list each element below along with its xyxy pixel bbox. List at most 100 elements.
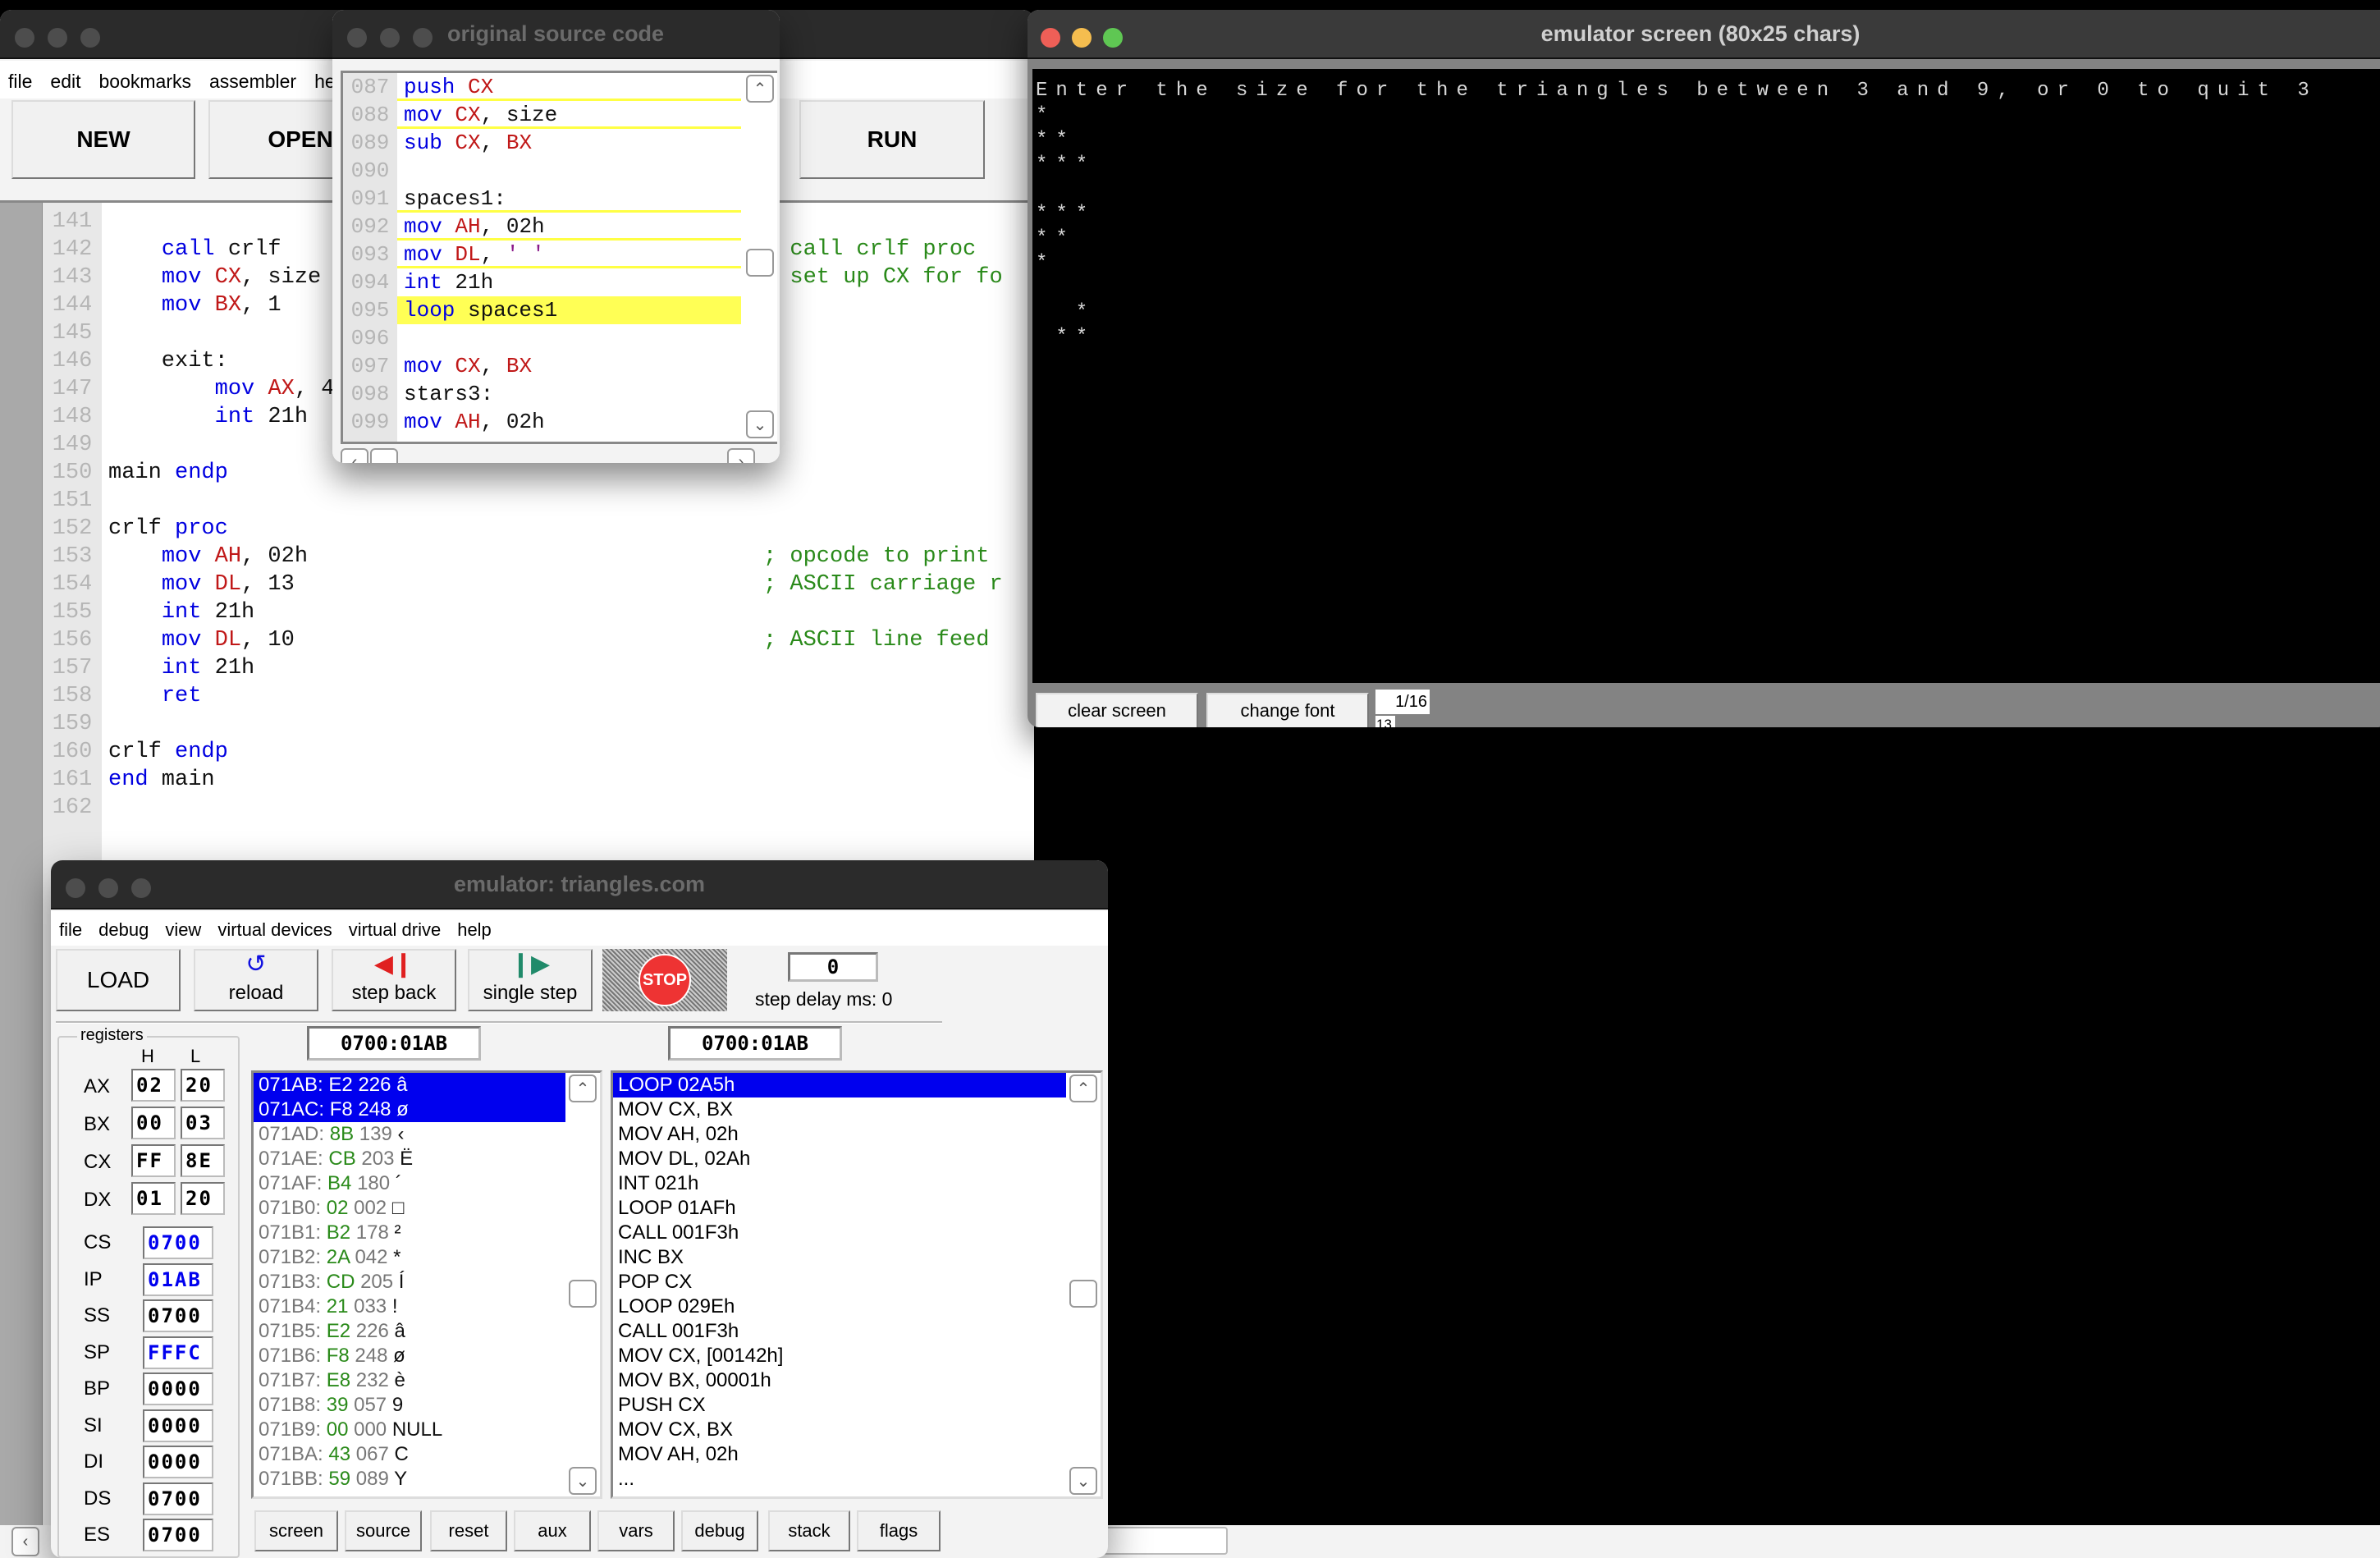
code-line[interactable]: 155 int 21h	[43, 598, 1034, 626]
new-button[interactable]: NEW	[11, 100, 195, 179]
reset-button[interactable]: reset	[430, 1510, 507, 1551]
scroll-down-icon[interactable]: ⌄	[569, 1467, 597, 1495]
memory-row[interactable]: 071B8: 39 057 9	[254, 1393, 567, 1418]
disassembly-row[interactable]: LOOP 029Eh	[613, 1295, 1068, 1319]
source-line[interactable]: 091 spaces1:	[343, 185, 741, 213]
step-delay-input[interactable]: 0	[788, 952, 878, 982]
bookmark-bar[interactable]	[0, 203, 43, 1558]
disassembly-row[interactable]: ...	[613, 1467, 1068, 1492]
scroll-right-icon[interactable]: ›	[727, 448, 755, 463]
menu-bookmarks[interactable]: bookmarks	[99, 71, 191, 92]
scroll-left-icon[interactable]: ‹	[11, 1527, 39, 1556]
code-line[interactable]: 158 ret	[43, 682, 1034, 710]
register-cx-low[interactable]: 8E	[181, 1144, 225, 1177]
memory-row[interactable]: 071AB: E2 226 â	[254, 1073, 567, 1097]
clear-screen-button[interactable]: clear screen	[1036, 693, 1198, 727]
vertical-scrollbar[interactable]: ⌃ ⌄	[1066, 1073, 1099, 1496]
memory-address-input[interactable]: 0700:01AB	[307, 1026, 481, 1061]
disassembly-row[interactable]: LOOP 01AFh	[613, 1196, 1068, 1221]
menu-file[interactable]: file	[8, 71, 32, 92]
memory-row[interactable]: 071B5: E2 226 â	[254, 1319, 567, 1344]
step-back-button[interactable]: ◀❙ step back	[332, 949, 456, 1011]
disassembly-row[interactable]: MOV CX, BX	[613, 1097, 1068, 1122]
source-button[interactable]: source	[345, 1510, 422, 1551]
run-button[interactable]: RUN	[799, 100, 985, 179]
scroll-up-icon[interactable]: ⌃	[569, 1075, 597, 1102]
register-sp[interactable]: FFFC	[143, 1336, 213, 1369]
stop-button[interactable]: STOP	[602, 949, 727, 1011]
scroll-down-icon[interactable]: ⌄	[1069, 1467, 1097, 1495]
register-bx-low[interactable]: 03	[181, 1107, 225, 1139]
disassembly-row[interactable]: CALL 001F3h	[613, 1319, 1068, 1344]
register-di[interactable]: 0000	[143, 1446, 213, 1478]
aux-button[interactable]: aux	[514, 1510, 591, 1551]
flags-button[interactable]: flags	[857, 1510, 941, 1551]
memory-row[interactable]: 071AC: F8 248 ø	[254, 1097, 567, 1122]
disassembly-row[interactable]: LOOP 02A5h	[613, 1073, 1068, 1097]
menu-file[interactable]: file	[59, 919, 82, 940]
scroll-thumb[interactable]	[370, 448, 398, 463]
register-dx-high[interactable]: 01	[131, 1182, 176, 1215]
memory-row[interactable]: 071B2: 2A 042 *	[254, 1245, 567, 1270]
horizontal-scrollbar[interactable]: ‹ ›	[341, 447, 771, 463]
source-line[interactable]: 088 mov CX, size	[343, 101, 741, 129]
scroll-thumb[interactable]	[569, 1280, 597, 1308]
register-si[interactable]: 0000	[143, 1409, 213, 1442]
code-line[interactable]: 162	[43, 794, 1034, 822]
code-line[interactable]: 150 main endp	[43, 459, 1034, 487]
code-line[interactable]: 151	[43, 487, 1034, 515]
disassembly-row[interactable]: POP CX	[613, 1270, 1068, 1295]
register-bp[interactable]: 0000	[143, 1372, 213, 1405]
register-bx-high[interactable]: 00	[131, 1107, 176, 1139]
vertical-scrollbar[interactable]: ⌃ ⌄	[741, 73, 776, 442]
source-line[interactable]: 096	[343, 324, 741, 352]
code-line[interactable]: 160 crlf endp	[43, 738, 1034, 766]
memory-row[interactable]: 071B4: 21 033 !	[254, 1295, 567, 1319]
register-ss[interactable]: 0700	[143, 1299, 213, 1332]
scroll-down-icon[interactable]: ⌄	[746, 410, 774, 438]
disassembly-row[interactable]: MOV AH, 02h	[613, 1442, 1068, 1467]
scroll-thumb[interactable]	[1069, 1280, 1097, 1308]
source-line[interactable]: 089 sub CX, BX	[343, 129, 741, 157]
menu-assembler[interactable]: assembler	[209, 71, 296, 92]
menu-debug[interactable]: debug	[98, 919, 149, 940]
reload-button[interactable]: ↺ reload	[194, 949, 318, 1011]
load-button[interactable]: LOAD	[56, 949, 181, 1011]
source-line[interactable]: 094 int 21h	[343, 268, 741, 296]
memory-row[interactable]: 071BA: 43 067 C	[254, 1442, 567, 1467]
memory-list[interactable]: 071AB: E2 226 â 071AC: F8 248 ø 071AD: 8B …	[251, 1070, 602, 1499]
source-line[interactable]: 087 push CX	[343, 73, 741, 101]
register-cs[interactable]: 0700	[143, 1226, 213, 1259]
scroll-thumb[interactable]	[746, 249, 774, 277]
disassembly-row[interactable]: MOV CX, BX	[613, 1418, 1068, 1442]
source-code-pane[interactable]: 087 push CX 088 mov CX, size 089 sub CX, BX 09…	[341, 71, 777, 444]
memory-row[interactable]: 071B9: 00 000 NULL	[254, 1418, 567, 1442]
menu-virtual-devices[interactable]: virtual devices	[217, 919, 332, 940]
source-line[interactable]: 092 mov AH, 02h	[343, 213, 741, 241]
code-line[interactable]: 157 int 21h	[43, 654, 1034, 682]
menu-edit[interactable]: edit	[50, 71, 80, 92]
memory-row[interactable]: 071B7: E8 232 è	[254, 1368, 567, 1393]
menu-virtual-drive[interactable]: virtual drive	[349, 919, 441, 940]
source-line[interactable]: 098 stars3:	[343, 380, 741, 408]
scroll-left-icon[interactable]: ‹	[341, 448, 368, 463]
disassembly-row[interactable]: INT 021h	[613, 1171, 1068, 1196]
debug-button[interactable]: debug	[681, 1510, 758, 1551]
screen-button[interactable]: screen	[254, 1510, 338, 1551]
code-line[interactable]: 153 mov AH, 02h; opcode to print	[43, 543, 1034, 571]
vars-button[interactable]: vars	[597, 1510, 675, 1551]
memory-row[interactable]: 071B0: 02 002 □	[254, 1196, 567, 1221]
register-ds[interactable]: 0700	[143, 1482, 213, 1515]
disassembly-row[interactable]: PUSH CX	[613, 1393, 1068, 1418]
source-line[interactable]: 093 mov DL, ' '	[343, 241, 741, 268]
code-line[interactable]: 156 mov DL, 10; ASCII line feed	[43, 626, 1034, 654]
memory-row[interactable]: 071B1: B2 178 ²	[254, 1221, 567, 1245]
disassembly-row[interactable]: INC BX	[613, 1245, 1068, 1270]
code-line[interactable]: 161 end main	[43, 766, 1034, 794]
memory-row[interactable]: 071AD: 8B 139 ‹	[254, 1122, 567, 1147]
source-line[interactable]: 090	[343, 157, 741, 185]
disassembly-list[interactable]: LOOP 02A5h MOV CX, BX MOV AH, 02h MOV DL, 0…	[611, 1070, 1103, 1499]
disassembly-row[interactable]: CALL 001F3h	[613, 1221, 1068, 1245]
current-source-line[interactable]: 095 loop spaces1	[343, 296, 741, 324]
source-line[interactable]: 099 mov AH, 02h	[343, 408, 741, 436]
